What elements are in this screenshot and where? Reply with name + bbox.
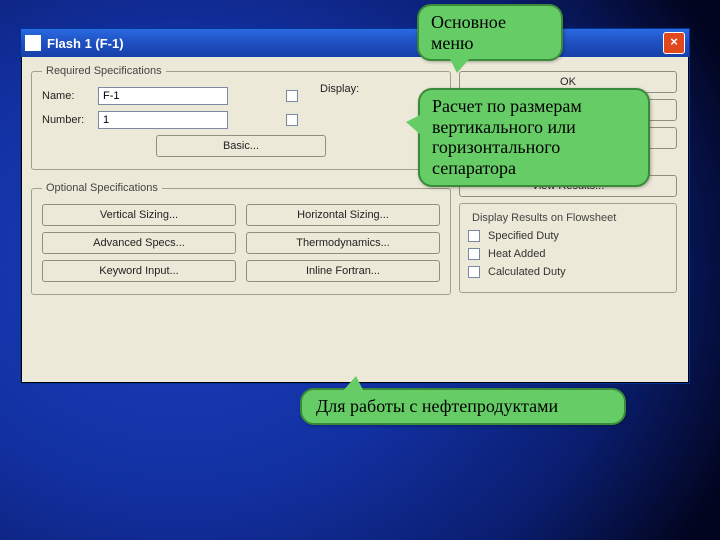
heat-added-checkbox[interactable] <box>468 248 480 260</box>
flash-dialog: Flash 1 (F-1) × Required Specifications … <box>20 28 690 384</box>
callout-sizing: Расчет по размерам вертикального или гор… <box>418 88 650 187</box>
specified-duty-checkbox[interactable] <box>468 230 480 242</box>
number-input[interactable] <box>98 111 228 129</box>
keyword-input-button[interactable]: Keyword Input... <box>42 260 236 282</box>
callout-petro-text: Для работы с нефтепродуктами <box>316 396 558 416</box>
calculated-duty-label: Calculated Duty <box>488 266 566 278</box>
heat-added-label: Heat Added <box>488 248 546 260</box>
advanced-specs-button[interactable]: Advanced Specs... <box>42 232 236 254</box>
specified-duty-label: Specified Duty <box>488 230 559 242</box>
name-label: Name: <box>42 90 98 102</box>
inline-fortran-button[interactable]: Inline Fortran... <box>246 260 440 282</box>
callout-main-menu-text: Основное меню <box>431 12 506 53</box>
window-title: Flash 1 (F-1) <box>47 36 663 51</box>
display-name-checkbox[interactable] <box>286 90 298 102</box>
basic-button[interactable]: Basic... <box>156 135 326 157</box>
calculated-duty-checkbox[interactable] <box>468 266 480 278</box>
window-icon <box>25 35 41 51</box>
thermodynamics-button[interactable]: Thermodynamics... <box>246 232 440 254</box>
display-results-legend: Display Results on Flowsheet <box>468 212 620 224</box>
display-results-group: Display Results on Flowsheet Specified D… <box>459 203 677 293</box>
required-specs-legend: Required Specifications <box>42 65 166 77</box>
required-specs-group: Required Specifications Display: Name: N… <box>31 65 451 170</box>
horizontal-sizing-button[interactable]: Horizontal Sizing... <box>246 204 440 226</box>
close-icon[interactable]: × <box>663 32 685 54</box>
number-label: Number: <box>42 114 98 126</box>
optional-specs-legend: Optional Specifications <box>42 182 162 194</box>
vertical-sizing-button[interactable]: Vertical Sizing... <box>42 204 236 226</box>
titlebar[interactable]: Flash 1 (F-1) × <box>21 29 689 57</box>
callout-main-menu: Основное меню <box>417 4 563 61</box>
callout-petro: Для работы с нефтепродуктами <box>300 388 626 425</box>
name-input[interactable] <box>98 87 228 105</box>
callout-sizing-text: Расчет по размерам вертикального или гор… <box>432 96 582 178</box>
display-number-checkbox[interactable] <box>286 114 298 126</box>
display-label: Display: <box>320 83 380 95</box>
optional-specs-group: Optional Specifications Vertical Sizing.… <box>31 182 451 295</box>
